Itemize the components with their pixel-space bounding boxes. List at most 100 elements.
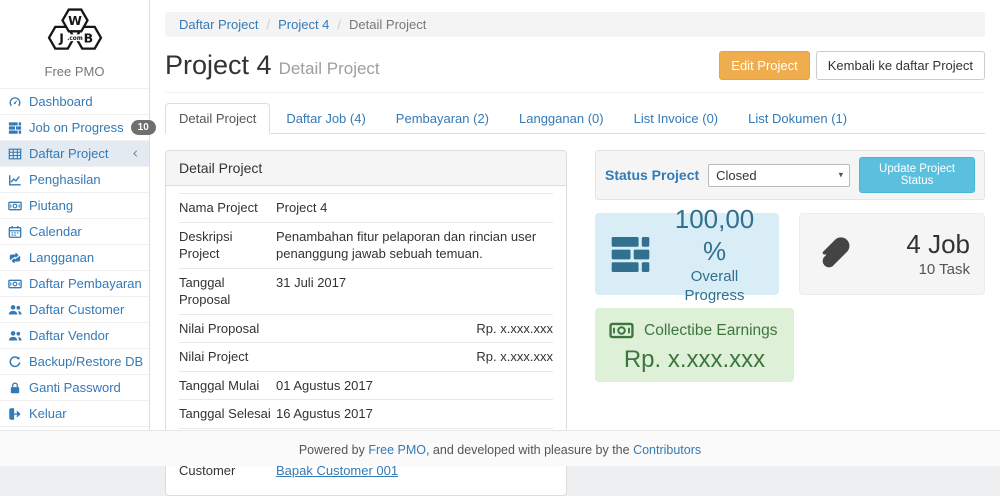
status-project-well: Status Project Closed Update Project Sta… bbox=[595, 150, 985, 200]
update-status-button[interactable]: Update Project Status bbox=[859, 157, 975, 193]
progress-label: Overall Progress bbox=[664, 268, 765, 306]
breadcrumb-daftar-project[interactable]: Daftar Project bbox=[179, 17, 258, 32]
sidebar-item-label: Backup/Restore DB bbox=[29, 354, 143, 369]
sidebar-item-label: Ganti Password bbox=[29, 380, 121, 395]
sidebar-menu: Dashboard Job on Progress10Daftar Project… bbox=[0, 88, 149, 427]
sidebar-item-keluar[interactable]: Keluar bbox=[0, 400, 149, 427]
page-subtitle: Detail Project bbox=[279, 59, 380, 78]
page-title-group: Project 4 Detail Project bbox=[165, 50, 380, 81]
sidebar-item-calendar[interactable]: Calendar bbox=[0, 218, 149, 244]
earnings-row: Collectibe Earnings Rp. x.xxx.xxx bbox=[595, 308, 985, 382]
collectible-earnings-card: Collectibe Earnings Rp. x.xxx.xxx bbox=[595, 308, 794, 382]
logo-letter-w: W bbox=[68, 13, 82, 28]
detail-row-nilai-proposal: Nilai ProposalRp. x.xxx.xxx bbox=[179, 314, 553, 343]
sidebar-item-dashboard[interactable]: Dashboard bbox=[0, 88, 149, 114]
task-count: 10 Task bbox=[866, 261, 970, 280]
sidebar-item-penghasilan[interactable]: Penghasilan bbox=[0, 166, 149, 192]
retweet-icon bbox=[8, 251, 22, 265]
table-icon bbox=[8, 147, 22, 161]
breadcrumb-detail-project: Detail Project bbox=[329, 17, 426, 32]
detail-label: Tanggal Mulai bbox=[179, 377, 276, 395]
sidebar-item-backup-restore-db[interactable]: Backup/Restore DB bbox=[0, 348, 149, 374]
brand-logo: J W B .com bbox=[0, 0, 149, 61]
progress-text: 100,00 % Overall Progress bbox=[664, 203, 765, 306]
detail-row-deskripsi-project: Deskripsi ProjectPenambahan fitur pelapo… bbox=[179, 222, 553, 268]
back-to-list-button[interactable]: Kembali ke daftar Project bbox=[816, 51, 985, 80]
jwb-logo-icon: J W B .com bbox=[40, 6, 110, 56]
status-select[interactable]: Closed bbox=[708, 164, 850, 187]
sidebar-item-label: Keluar bbox=[29, 406, 67, 421]
sidebar-item-daftar-vendor[interactable]: Daftar Vendor bbox=[0, 322, 149, 348]
sidebar-item-daftar-pembayaran[interactable]: Daftar Pembayaran bbox=[0, 270, 149, 296]
content-wrap: J W B .com Free PMO Dashboard Job on Prog… bbox=[0, 0, 1000, 430]
tab-pembayaran-2[interactable]: Pembayaran (2) bbox=[382, 103, 503, 134]
detail-label: Tanggal Selesai bbox=[179, 405, 276, 423]
progress-value: 100,00 % bbox=[664, 203, 765, 268]
users-icon bbox=[8, 303, 22, 317]
page-title: Project 4 bbox=[165, 50, 272, 80]
earnings-header: Collectibe Earnings bbox=[609, 318, 780, 343]
detail-row-tanggal-proposal: Tanggal Proposal31 Juli 2017 bbox=[179, 268, 553, 314]
sidebar-item-label: Dashboard bbox=[29, 94, 93, 109]
detail-row-tanggal-selesai: Tanggal Selesai16 Agustus 2017 bbox=[179, 399, 553, 428]
sidebar-item-piutang[interactable]: Piutang bbox=[0, 192, 149, 218]
dashboard-icon bbox=[8, 95, 22, 109]
sidebar-item-label: Job on Progress bbox=[29, 120, 124, 135]
logo-letter-b: B bbox=[83, 31, 93, 46]
detail-label: Nilai Proposal bbox=[179, 320, 276, 338]
sidebar-item-daftar-project[interactable]: Daftar Project bbox=[0, 140, 149, 166]
panel-title: Detail Project bbox=[166, 151, 566, 186]
sidebar-item-label: Langganan bbox=[29, 250, 94, 265]
sign-out-icon bbox=[8, 407, 22, 421]
detail-row-nama-project: Nama ProjectProject 4 bbox=[179, 193, 553, 222]
main-content: Daftar ProjectProject 4Detail Project Pr… bbox=[150, 0, 1000, 430]
tab-langganan-0[interactable]: Langganan (0) bbox=[505, 103, 618, 134]
job-text: 4 Job 10 Task bbox=[866, 228, 970, 279]
footer: Powered by Free PMO, and developed with … bbox=[0, 430, 1000, 466]
lock-icon bbox=[8, 381, 22, 395]
detail-label: Nama Project bbox=[179, 199, 276, 217]
detail-row-nilai-project: Nilai ProjectRp. x.xxx.xxx bbox=[179, 342, 553, 371]
footer-link-free-pmo[interactable]: Free PMO bbox=[368, 443, 426, 457]
detail-value: 01 Agustus 2017 bbox=[276, 377, 553, 395]
breadcrumb-project-4[interactable]: Project 4 bbox=[258, 17, 329, 32]
tab-detail-project[interactable]: Detail Project bbox=[165, 103, 270, 134]
app-name: Free PMO bbox=[0, 61, 149, 88]
sidebar-item-label: Daftar Vendor bbox=[29, 328, 109, 343]
sidebar-item-ganti-password[interactable]: Ganti Password bbox=[0, 374, 149, 400]
job-count: 4 Job bbox=[866, 228, 970, 261]
detail-row-tanggal-mulai: Tanggal Mulai01 Agustus 2017 bbox=[179, 371, 553, 400]
tasks-icon bbox=[8, 121, 22, 135]
status-project-label: Status Project bbox=[605, 167, 699, 183]
tab-daftar-job-4[interactable]: Daftar Job (4) bbox=[272, 103, 379, 134]
sidebar-item-label: Calendar bbox=[29, 224, 82, 239]
earnings-value: Rp. x.xxx.xxx bbox=[609, 346, 780, 374]
refresh-icon bbox=[8, 355, 22, 369]
sidebar-item-langganan[interactable]: Langganan bbox=[0, 244, 149, 270]
page-header: Project 4 Detail Project Edit Project Kem… bbox=[165, 37, 985, 93]
calendar-icon bbox=[8, 225, 22, 239]
breadcrumb: Daftar ProjectProject 4Detail Project bbox=[165, 12, 985, 37]
sidebar-item-job-on-progress[interactable]: Job on Progress10 bbox=[0, 114, 149, 140]
sidebar-item-label: Penghasilan bbox=[29, 172, 101, 187]
footer-link-contributors[interactable]: Contributors bbox=[633, 443, 701, 457]
detail-label: Nilai Project bbox=[179, 348, 276, 366]
page: J W B .com Free PMO Dashboard Job on Prog… bbox=[0, 0, 1000, 478]
sidebar-item-label: Daftar Pembayaran bbox=[29, 276, 142, 291]
users-icon bbox=[8, 329, 22, 343]
detail-value: 16 Agustus 2017 bbox=[276, 405, 553, 423]
footer-text-middle: , and developed with pleasure by the bbox=[426, 443, 633, 457]
header-buttons: Edit Project Kembali ke daftar Project bbox=[719, 51, 985, 80]
tab-bar: Detail ProjectDaftar Job (4)Pembayaran (… bbox=[165, 103, 985, 134]
chevron-left-icon bbox=[130, 148, 141, 159]
sidebar-item-daftar-customer[interactable]: Daftar Customer bbox=[0, 296, 149, 322]
status-select-wrap: Closed bbox=[708, 164, 850, 187]
tab-list-invoice-0[interactable]: List Invoice (0) bbox=[620, 103, 733, 134]
tab-list-dokumen-1[interactable]: List Dokumen (1) bbox=[734, 103, 861, 134]
detail-value: Rp. x.xxx.xxx bbox=[276, 348, 553, 366]
summary-cards-row: 100,00 % Overall Progress 4 Job 10 Task bbox=[595, 213, 985, 295]
overall-progress-card: 100,00 % Overall Progress bbox=[595, 213, 779, 295]
edit-project-button[interactable]: Edit Project bbox=[719, 51, 809, 80]
sidebar-item-label: Daftar Customer bbox=[29, 302, 124, 317]
sidebar: J W B .com Free PMO Dashboard Job on Prog… bbox=[0, 0, 150, 430]
